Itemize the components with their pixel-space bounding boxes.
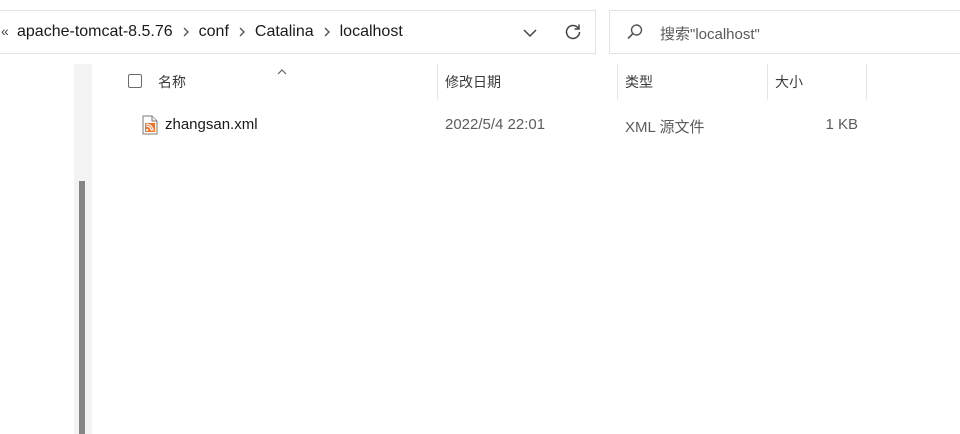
breadcrumb: apache-tomcat-8.5.76 conf Catalina local… — [17, 11, 403, 53]
column-divider[interactable] — [866, 64, 867, 100]
breadcrumb-item-catalina[interactable]: Catalina — [255, 23, 314, 41]
column-header-type[interactable]: 类型 — [625, 64, 765, 100]
file-date-modified: 2022/5/4 22:01 — [445, 116, 546, 133]
chevron-down-icon[interactable] — [520, 23, 540, 43]
breadcrumb-item-conf[interactable]: conf — [199, 23, 229, 41]
navigation-pane-scrollbar-thumb[interactable] — [79, 181, 85, 434]
file-explorer-window: « apache-tomcat-8.5.76 conf Catalina loc… — [0, 0, 960, 434]
column-divider[interactable] — [437, 64, 438, 100]
file-size: 1 KB — [825, 116, 858, 133]
file-row[interactable]: zhangsan.xml 2022/5/4 22:01 XML 源文件 1 KB — [96, 106, 876, 144]
file-name[interactable]: zhangsan.xml — [165, 116, 258, 133]
search-icon — [626, 23, 644, 41]
address-bar[interactable]: « apache-tomcat-8.5.76 conf Catalina loc… — [0, 10, 596, 54]
breadcrumb-item-localhost[interactable]: localhost — [340, 23, 403, 41]
file-type: XML 源文件 — [625, 119, 705, 136]
chevron-right-icon[interactable] — [314, 23, 340, 41]
select-all-checkbox[interactable] — [128, 74, 142, 88]
xml-file-icon — [142, 115, 158, 135]
column-header-date-modified[interactable]: 修改日期 — [445, 64, 615, 100]
column-header-name[interactable]: 名称 — [158, 64, 436, 100]
chevron-right-icon[interactable] — [173, 23, 199, 41]
search-placeholder: 搜索"localhost" — [660, 26, 760, 43]
chevron-right-icon[interactable] — [229, 23, 255, 41]
search-input[interactable]: 搜索"localhost" — [609, 10, 960, 54]
breadcrumb-item-apache-tomcat[interactable]: apache-tomcat-8.5.76 — [17, 23, 173, 41]
column-divider[interactable] — [767, 64, 768, 100]
column-header-size[interactable]: 大小 — [775, 64, 865, 100]
refresh-icon[interactable] — [563, 22, 583, 42]
column-divider[interactable] — [617, 64, 618, 100]
breadcrumb-overflow-button[interactable]: « — [1, 23, 9, 39]
